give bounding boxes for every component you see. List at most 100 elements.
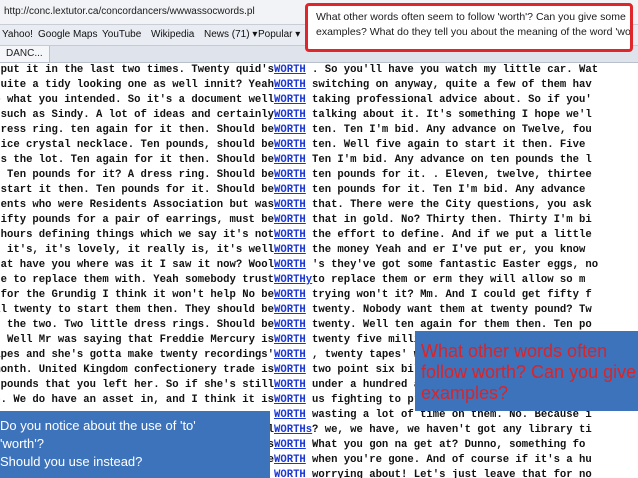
right-context: that. There were the City questions, you… bbox=[312, 199, 592, 211]
box-right-line-3: examples? bbox=[421, 383, 509, 403]
box-right-line-2: follow worth? Can you give bbox=[421, 362, 637, 382]
keyword-link[interactable]: WORTH bbox=[274, 108, 306, 123]
keyword-link[interactable]: WORTH bbox=[274, 333, 306, 348]
left-context: e such as Sindy. A lot of ideas and cert… bbox=[0, 109, 274, 121]
left-context: start it then. Ten pounds for it. Should… bbox=[0, 184, 274, 196]
keyword-link[interactable]: WORTH bbox=[274, 318, 306, 333]
concordance-line: to what you intended. So it's a document… bbox=[0, 93, 638, 108]
keyword-link[interactable]: WORTH bbox=[274, 288, 306, 303]
keyword-link[interactable]: WORTH bbox=[274, 453, 306, 468]
right-context: ten pounds for it. Ten I'm bid. Any adva… bbox=[312, 184, 586, 196]
keyword-link[interactable]: WORTH bbox=[274, 378, 306, 393]
question-box-right: What other words often follow worth? Can… bbox=[415, 331, 638, 411]
right-context: worrying about! Let's just leave that fo… bbox=[312, 469, 592, 478]
box-right-line-1: What other words often bbox=[421, 341, 608, 361]
left-context: I put it in the last two times. Twenty q… bbox=[0, 64, 274, 76]
concordance-line: nice crystal necklace. Ten pounds, shoul… bbox=[0, 138, 638, 153]
right-context: twenty. Nobody want them at twenty pound… bbox=[312, 304, 592, 316]
left-context: what have you where was it I saw it now?… bbox=[0, 259, 274, 271]
concordance-line: start it then. Ten pounds for it. Should… bbox=[0, 183, 638, 198]
box-left-line-3: Should you use instead? bbox=[0, 454, 143, 469]
concordance-line: quite a tidy looking one as well innit? … bbox=[0, 78, 638, 93]
left-context: tapes and she's gotta make twenty record… bbox=[0, 349, 274, 361]
right-context: trying won't it? Mm. And I could get fif… bbox=[312, 289, 592, 301]
keyword-link[interactable]: WORTH bbox=[274, 168, 306, 183]
right-context: us fighting to pr bbox=[312, 394, 421, 406]
keyword-link[interactable]: WORTH bbox=[274, 363, 306, 378]
left-context: y hours defining things which we say it'… bbox=[0, 229, 274, 241]
concordance-line: g. Ten pounds for it? A dress ring. Shou… bbox=[0, 168, 638, 183]
keyword-link[interactable]: WORTH bbox=[274, 183, 306, 198]
left-context: e. We do have an asset in, and I think i… bbox=[0, 394, 274, 406]
left-context: d pounds that you left her. So if she's … bbox=[0, 379, 274, 391]
right-context: switching on anyway, quite a few of them… bbox=[312, 79, 592, 91]
right-context: the effort to define. And if we put a li… bbox=[312, 229, 592, 241]
keyword-link[interactable]: WORTH bbox=[274, 228, 306, 243]
right-context: that in gold. No? Thirty then. Thirty I'… bbox=[312, 214, 592, 226]
bookmark-news[interactable]: News (71) ▾ bbox=[204, 29, 257, 40]
concordance-line: nds the lot. Ten again for it then. Shou… bbox=[0, 153, 638, 168]
callout-line-1: What other words often seem to follow 'w… bbox=[316, 11, 626, 23]
keyword-link[interactable]: WORTH bbox=[274, 348, 306, 363]
left-context: ll twenty to start them then. They shoul… bbox=[0, 304, 274, 316]
bookmark-google-maps[interactable]: Google Maps bbox=[38, 29, 97, 40]
keyword-link[interactable]: WORTH bbox=[274, 153, 306, 168]
keyword-link[interactable]: WORTH bbox=[274, 393, 306, 408]
right-context: ? we, we have, we haven't got any librar… bbox=[312, 424, 592, 436]
keyword-link[interactable]: WORTH bbox=[274, 123, 306, 138]
left-context: to what you intended. So it's a document… bbox=[0, 94, 274, 106]
url-text[interactable]: http://conc.lextutor.ca/concordancers/ww… bbox=[4, 6, 255, 17]
concordance-line: s, it's, it's lovely, it really is, it's… bbox=[0, 243, 638, 258]
question-box-left: Do you notice about the use of 'to' 'wor… bbox=[0, 411, 270, 478]
bookmark-popular[interactable]: Popular ▾ bbox=[258, 29, 300, 40]
keyword-link[interactable]: WORTH bbox=[274, 78, 306, 93]
left-context: idents who were Residents Association bu… bbox=[0, 199, 274, 211]
right-context: ten. Ten I'm bid. Any advance on Twelve,… bbox=[312, 124, 592, 136]
right-context: when you're gone. And of course if it's … bbox=[312, 454, 592, 466]
right-context: ten pounds for it. . Eleven, twelve, thi… bbox=[312, 169, 592, 181]
concordance-line: eone to replace them with. Yeah somebody… bbox=[0, 273, 638, 288]
concordance-line: Fifty pounds for a pair of earrings, mus… bbox=[0, 213, 638, 228]
right-context: What you gon na get at? Dunno, something… bbox=[312, 439, 586, 451]
keyword-link[interactable]: WORTH bbox=[274, 303, 306, 318]
concordance-line: e for the Grundig I think it won't help … bbox=[0, 288, 638, 303]
right-context: the money Yeah and er I've put er, you k… bbox=[312, 244, 586, 256]
box-left-line-2: 'worth'? bbox=[0, 436, 44, 451]
bookmark-yahoo[interactable]: Yahoo! bbox=[2, 29, 33, 40]
keyword-link[interactable]: WORTH bbox=[274, 438, 306, 453]
keyword-link[interactable]: WORTH bbox=[274, 243, 306, 258]
keyword-link[interactable]: WORTH bbox=[274, 138, 306, 153]
right-context: two point six bil bbox=[312, 364, 421, 376]
right-context: ten. Well five again to start it then. F… bbox=[312, 139, 586, 151]
right-context: talking about it. It's something I hope … bbox=[312, 109, 592, 121]
left-context: nds the lot. Ten again for it then. Shou… bbox=[0, 154, 274, 166]
right-context: twenty five milli bbox=[312, 334, 421, 346]
box-left-line-1: Do you notice about the use of 'to' bbox=[0, 418, 196, 433]
left-context: quite a tidy looking one as well innit? … bbox=[0, 79, 274, 91]
left-context: dress ring. ten again for it then. Shoul… bbox=[0, 124, 274, 136]
right-context: under a hundred a bbox=[312, 379, 421, 391]
right-context: Ten I'm bid. Any advance on ten pounds t… bbox=[312, 154, 592, 166]
right-context: taking professional advice about. So if … bbox=[312, 94, 592, 106]
bookmark-youtube[interactable]: YouTube bbox=[102, 29, 141, 40]
concordance-line: y hours defining things which we say it'… bbox=[0, 228, 638, 243]
keyword-link[interactable]: WORTHs bbox=[274, 423, 312, 438]
keyword-link[interactable]: WORTH bbox=[274, 198, 306, 213]
right-context: to replace them or erm they will allow s… bbox=[312, 274, 586, 286]
keyword-link[interactable]: WORTHy bbox=[274, 273, 312, 288]
left-context: eone to replace them with. Yeah somebody… bbox=[0, 274, 274, 286]
right-context: . So you'll have you watch my little car… bbox=[312, 64, 599, 76]
tab-concordancer[interactable]: DANC... bbox=[0, 46, 50, 62]
left-context: or the two. Two little dress rings. Shou… bbox=[0, 319, 274, 331]
left-context: e for the Grundig I think it won't help … bbox=[0, 289, 274, 301]
concordance-line: dress ring. ten again for it then. Shoul… bbox=[0, 123, 638, 138]
keyword-link[interactable]: WORTH bbox=[274, 63, 306, 78]
bookmark-wikipedia[interactable]: Wikipedia bbox=[151, 29, 194, 40]
keyword-link[interactable]: WORTH bbox=[274, 468, 306, 478]
keyword-link[interactable]: WORTH bbox=[274, 408, 306, 423]
keyword-link[interactable]: WORTH bbox=[274, 213, 306, 228]
concordance-line: ll twenty to start them then. They shoul… bbox=[0, 303, 638, 318]
keyword-link[interactable]: WORTH bbox=[274, 93, 306, 108]
keyword-link[interactable]: WORTH bbox=[274, 258, 306, 273]
right-context: 's they've got some fantastic Easter egg… bbox=[312, 259, 599, 271]
